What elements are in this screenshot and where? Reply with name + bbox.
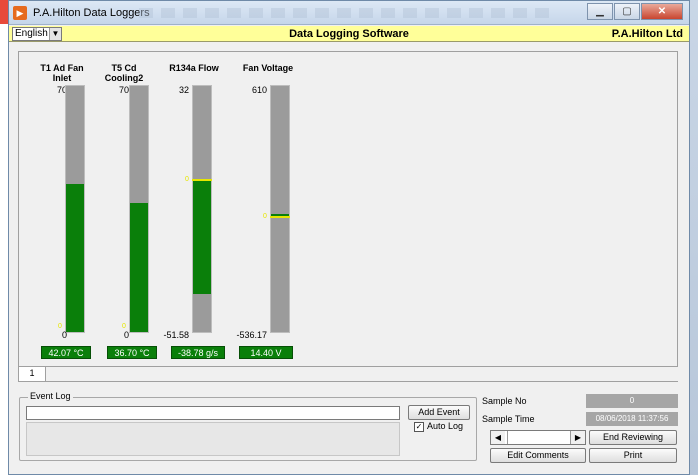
gauge-t5: T5 Cd Cooling2 70 0 0 36.70 °C (89, 52, 159, 368)
gauge-panel: T1 Ad Fan Inlet 70 0 0 42.07 °C T5 Cd Cool… (18, 51, 678, 367)
scroll-left-icon[interactable]: ◀ (491, 431, 505, 444)
company-name: P.A.Hilton Ltd (611, 28, 683, 40)
gauge-value: 36.70 °C (107, 346, 157, 359)
minimize-icon[interactable]: ▁ (587, 3, 613, 20)
gauge-min: -51.58 (163, 330, 189, 340)
print-button[interactable]: Print (589, 448, 677, 463)
sample-time-value: 08/06/2018 11:37:56 (586, 412, 678, 426)
app-window: ▶ P.A.Hilton Data Loggers ▁ ▢ ✕ English … (8, 0, 690, 475)
gauge-max: 70 (56, 85, 67, 95)
desktop-edge (0, 0, 8, 475)
sample-no-value: 0 (586, 394, 678, 408)
gauge-fan-voltage: Fan Voltage 610 0 -536.17 14.40 V (233, 52, 303, 368)
gauge-fill (193, 180, 211, 295)
close-icon[interactable]: ✕ (641, 3, 683, 20)
event-log-area[interactable] (26, 422, 400, 456)
desktop-red-mark (0, 0, 8, 24)
event-log-group: Event Log Add Event ✓ Auto Log (19, 391, 477, 461)
tab-divider (46, 381, 678, 382)
gauge-zero-tick: 0 (263, 212, 267, 220)
title-bar-background-texture (139, 8, 549, 18)
gauge-bar: 0 (58, 85, 85, 333)
sample-no-label: Sample No (482, 396, 527, 406)
gauge-zero-tick: 0 (185, 176, 189, 184)
edit-comments-button[interactable]: Edit Comments (490, 448, 586, 463)
scroll-right-icon[interactable]: ▶ (571, 431, 585, 444)
gauge-fill (66, 184, 84, 332)
gauge-marker (192, 179, 212, 182)
gauge-value: -38.78 g/s (171, 346, 225, 359)
title-bar[interactable]: ▶ P.A.Hilton Data Loggers ▁ ▢ ✕ (9, 1, 689, 25)
gauge-min: 0 (123, 330, 129, 340)
event-log-legend: Event Log (28, 391, 73, 401)
add-event-button[interactable]: Add Event (408, 405, 470, 420)
app-title: Data Logging Software (289, 28, 409, 40)
gauge-zero-tick: 0 (122, 323, 126, 330)
gauge-fill (130, 203, 148, 332)
sample-scrollbar[interactable]: ◀ ▶ (490, 430, 586, 445)
scroll-track[interactable] (507, 431, 571, 444)
tab-1[interactable]: 1 (18, 367, 46, 382)
maximize-icon[interactable]: ▢ (614, 3, 640, 20)
gauge-label: T5 Cd Cooling2 (104, 63, 144, 83)
window-title: P.A.Hilton Data Loggers (33, 7, 150, 19)
window-controls: ▁ ▢ ✕ (586, 3, 683, 21)
gauge-max: 610 (251, 85, 267, 95)
gauge-marker (270, 215, 290, 218)
header-bar: English ▼ Data Logging Software P.A.Hilt… (9, 26, 689, 42)
gauge-label: Fan Voltage (242, 63, 294, 73)
gauge-t1: T1 Ad Fan Inlet 70 0 0 42.07 °C (27, 52, 97, 368)
gauge-max: 70 (118, 85, 129, 95)
gauge-label: T1 Ad Fan Inlet (40, 63, 84, 83)
auto-log-label: Auto Log (427, 421, 464, 431)
gauge-bar: 0 (263, 85, 290, 333)
gauge-value: 14.40 V (239, 346, 293, 359)
gauge-bar: 0 (122, 85, 149, 333)
auto-log-checkbox[interactable]: ✓ (414, 422, 424, 432)
gauge-min: 0 (61, 330, 67, 340)
sample-time-label: Sample Time (482, 414, 535, 424)
gauge-label: R134a Flow (169, 63, 219, 73)
end-reviewing-button[interactable]: End Reviewing (589, 430, 677, 445)
event-input[interactable] (26, 406, 400, 420)
gauge-zero-tick: 0 (58, 323, 62, 330)
gauge-max: 32 (178, 85, 189, 95)
app-logo-icon: ▶ (13, 6, 27, 20)
gauge-r134a: R134a Flow 32 0 -51.58 -38.78 g/s (159, 52, 229, 368)
gauge-bar: 0 (185, 85, 212, 333)
gauge-min: -536.17 (236, 330, 267, 340)
gauge-value: 42.07 °C (41, 346, 91, 359)
